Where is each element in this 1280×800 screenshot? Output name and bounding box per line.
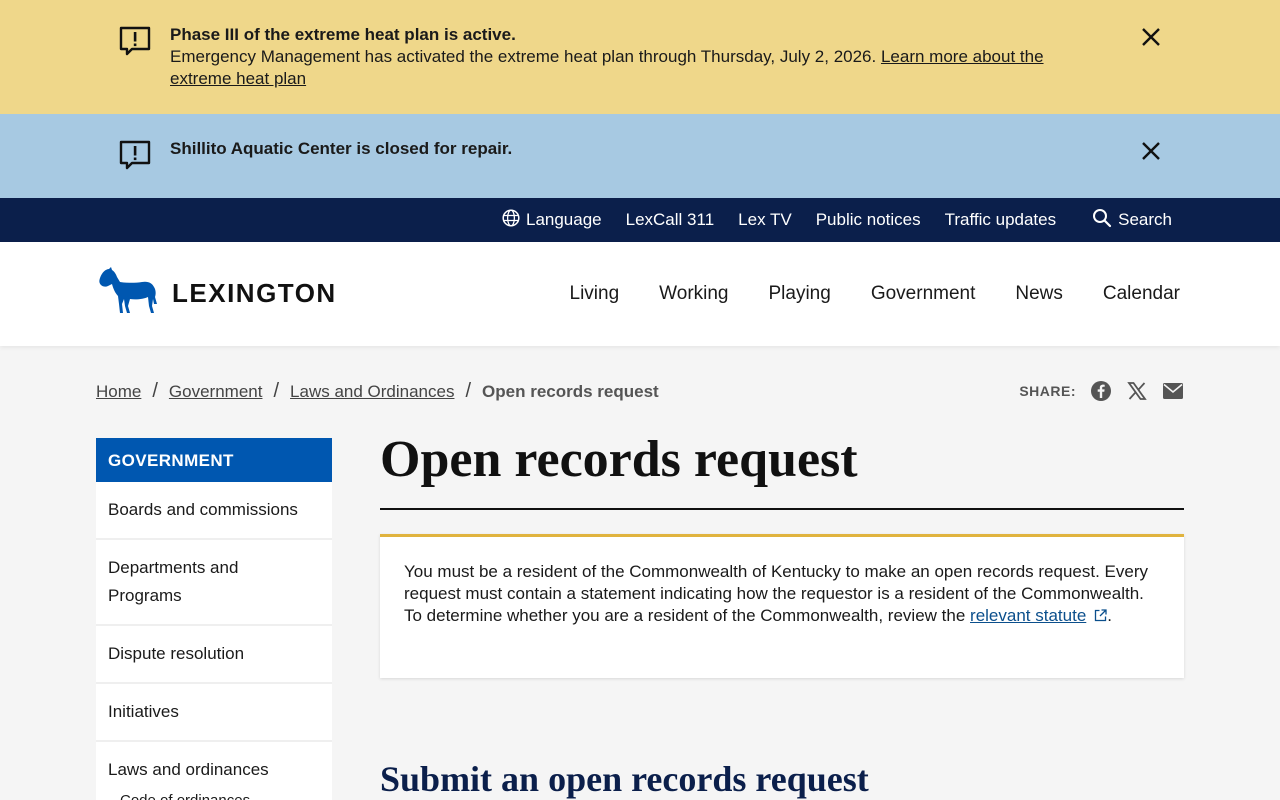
breadcrumb-laws[interactable]: Laws and Ordinances [290,382,454,402]
alert-title: Phase III of the extreme heat plan is ac… [170,25,516,44]
globe-icon [502,208,520,232]
page-title: Open records request [380,431,858,488]
relevant-statute-label: relevant statute [970,606,1087,625]
sidebar-item-departments[interactable]: Departments and Programs [96,540,332,626]
language-link[interactable]: Language [502,208,602,232]
share-bar: SHARE: [1019,380,1184,402]
external-link-icon [1094,606,1107,628]
main-header: LEXINGTON Living Working Playing Governm… [0,242,1280,346]
alert-text: Shillito Aquatic Center is closed for re… [170,138,1100,160]
nav-news[interactable]: News [1015,283,1063,305]
horse-icon [96,266,158,321]
residency-notice: You must be a resident of the Commonweal… [380,534,1184,678]
public-notices-link[interactable]: Public notices [816,210,921,230]
utility-nav: Language LexCall 311 Lex TV Public notic… [0,198,1280,242]
sidebar-item-initiatives[interactable]: Initiatives [96,684,332,742]
language-label: Language [525,210,602,229]
alert-banner-heat: Phase III of the extreme heat plan is ac… [0,0,1280,114]
lexcall-311-link[interactable]: LexCall 311 [626,210,715,230]
alert-text: Phase III of the extreme heat plan is ac… [170,24,1100,90]
sidebar-item-laws[interactable]: Laws and ordinances [96,742,332,788]
relevant-statute-link[interactable]: relevant statute [970,606,1107,625]
share-label: SHARE: [1019,383,1076,399]
section-heading: Submit an open records request [380,759,869,799]
sidebar-subitem-code[interactable]: Code of ordinances [96,788,332,800]
breadcrumb-government[interactable]: Government [169,382,263,402]
alert-body: Emergency Management has activated the e… [170,47,1044,88]
logo-text: LEXINGTON [172,278,337,308]
sidebar-item-dispute[interactable]: Dispute resolution [96,626,332,684]
breadcrumb-current: Open records request [482,381,659,401]
title-divider [380,508,1184,510]
site-logo[interactable]: LEXINGTON [96,266,337,321]
close-icon[interactable] [1138,24,1164,50]
breadcrumb-home[interactable]: Home [96,382,141,402]
search-button[interactable]: Search [1092,208,1172,233]
alert-body-text: Emergency Management has activated the e… [170,47,877,66]
nav-government[interactable]: Government [871,283,976,305]
breadcrumb-separator: / [273,380,280,402]
x-icon[interactable] [1126,380,1148,402]
nav-working[interactable]: Working [659,283,728,305]
sidebar-nav: GOVERNMENT Boards and commissions Depart… [96,438,332,800]
breadcrumb: Home / Government / Laws and Ordinances … [96,380,659,403]
sidebar-item-boards[interactable]: Boards and commissions [96,482,332,540]
search-icon [1092,208,1112,233]
breadcrumb-separator: / [152,380,158,402]
nav-playing[interactable]: Playing [769,283,831,305]
email-icon[interactable] [1162,380,1184,402]
lex-tv-link[interactable]: Lex TV [738,210,792,230]
facebook-icon[interactable] [1090,380,1112,402]
search-label: Search [1118,210,1172,229]
nav-calendar[interactable]: Calendar [1103,283,1180,305]
breadcrumb-separator: / [465,380,472,402]
alert-icon [118,24,152,58]
traffic-updates-link[interactable]: Traffic updates [945,210,1057,230]
sidebar-heading[interactable]: GOVERNMENT [96,438,332,482]
alert-title: Shillito Aquatic Center is closed for re… [170,139,513,158]
alert-banner-aquatic: Shillito Aquatic Center is closed for re… [0,114,1280,198]
nav-living[interactable]: Living [570,283,620,305]
notice-period: . [1107,606,1113,625]
close-icon[interactable] [1138,138,1164,164]
alert-icon [118,138,152,172]
